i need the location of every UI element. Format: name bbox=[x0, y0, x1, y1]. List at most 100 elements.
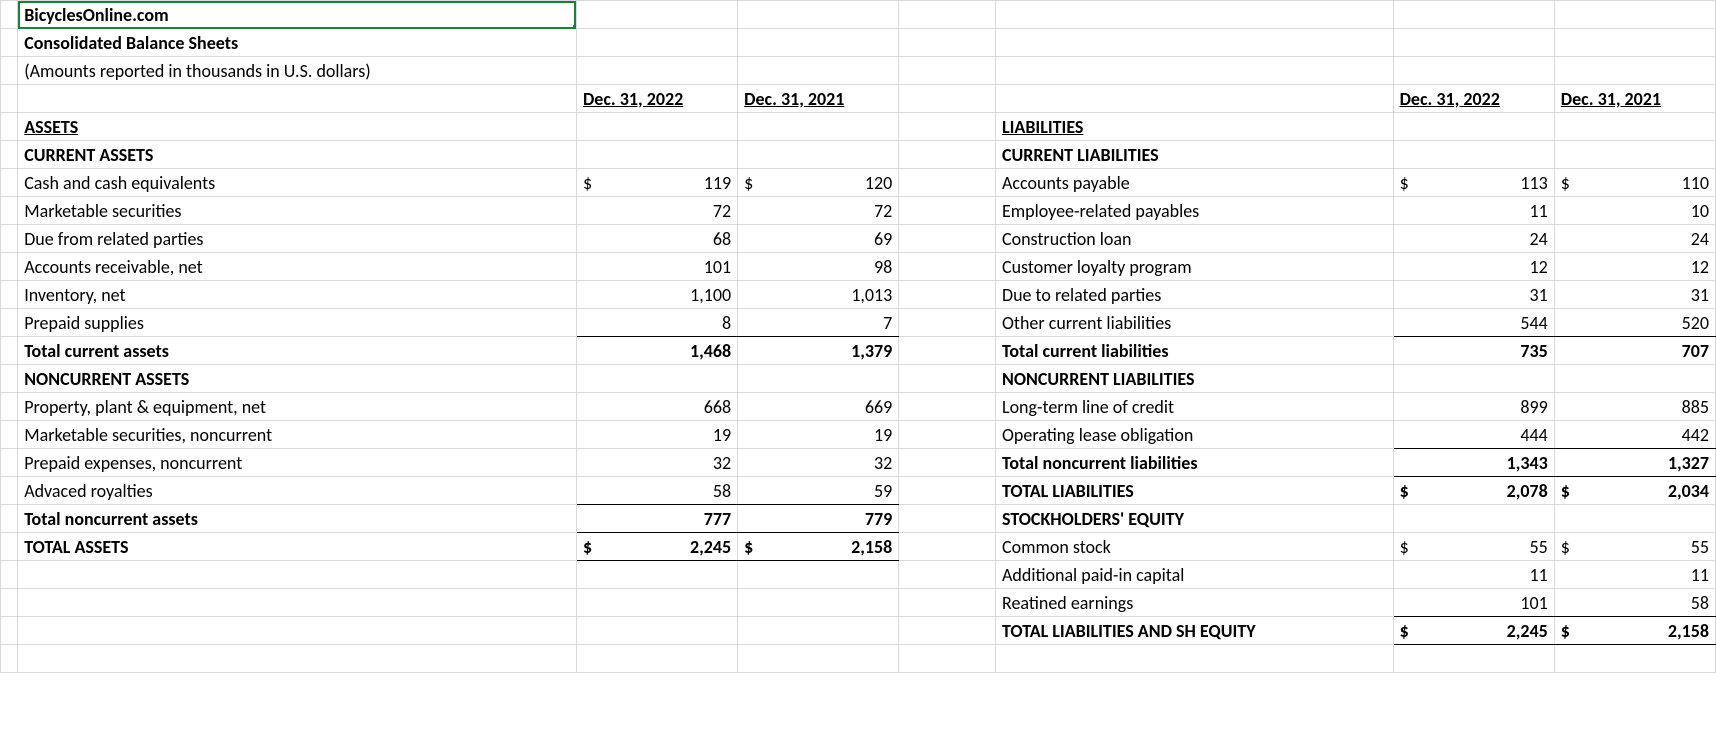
total-assets-value[interactable]: $2,158 bbox=[738, 533, 899, 561]
asset-row-value[interactable]: 8 bbox=[576, 309, 737, 337]
current-assets-header[interactable]: CURRENT ASSETS bbox=[18, 141, 577, 169]
liab-row-label[interactable]: Operating lease obligation bbox=[996, 421, 1394, 449]
asset-row-value[interactable]: 72 bbox=[738, 197, 899, 225]
equity-row-label[interactable]: Common stock bbox=[996, 533, 1394, 561]
liab-row-value[interactable]: 31 bbox=[1554, 281, 1715, 309]
date-header-assets-2022[interactable]: Dec. 31, 2022 bbox=[576, 85, 737, 113]
noncurrent-liabilities-header[interactable]: NONCURRENT LIABILITIES bbox=[996, 365, 1394, 393]
sheet-title[interactable]: Consolidated Balance Sheets bbox=[18, 29, 577, 57]
asset-row-value[interactable]: 32 bbox=[576, 449, 737, 477]
liab-row-value[interactable]: 444 bbox=[1393, 421, 1554, 449]
asset-row-label[interactable]: Accounts receivable, net bbox=[18, 253, 577, 281]
asset-row-value[interactable]: 32 bbox=[738, 449, 899, 477]
total-liabilities-value[interactable]: $2,034 bbox=[1554, 477, 1715, 505]
liab-row-label[interactable]: Other current liabilities bbox=[996, 309, 1394, 337]
company-name-cell[interactable]: BicyclesOnline.com bbox=[18, 1, 577, 29]
date-header-liab-2022[interactable]: Dec. 31, 2022 bbox=[1393, 85, 1554, 113]
liab-row-value[interactable]: 899 bbox=[1393, 393, 1554, 421]
equity-row-label[interactable]: Additional paid-in capital bbox=[996, 561, 1394, 589]
asset-row-label[interactable]: Prepaid expenses, noncurrent bbox=[18, 449, 577, 477]
total-noncurrent-assets-value[interactable]: 779 bbox=[738, 505, 899, 533]
asset-row-value[interactable]: 668 bbox=[576, 393, 737, 421]
asset-row-value[interactable]: $120 bbox=[738, 169, 899, 197]
liab-row-label[interactable]: Customer loyalty program bbox=[996, 253, 1394, 281]
equity-row-label[interactable]: Reatined earnings bbox=[996, 589, 1394, 617]
asset-row-value[interactable]: 68 bbox=[576, 225, 737, 253]
equity-row-value[interactable]: 11 bbox=[1554, 561, 1715, 589]
equity-row-value[interactable]: 11 bbox=[1393, 561, 1554, 589]
liab-row-value[interactable]: 31 bbox=[1393, 281, 1554, 309]
asset-row-value[interactable]: 58 bbox=[576, 477, 737, 505]
total-noncurrent-liabilities-value[interactable]: 1,327 bbox=[1554, 449, 1715, 477]
asset-row-value[interactable]: 98 bbox=[738, 253, 899, 281]
asset-row-label[interactable]: Due from related parties bbox=[18, 225, 577, 253]
liab-row-value[interactable]: $113 bbox=[1393, 169, 1554, 197]
grand-total-label[interactable]: TOTAL LIABILITIES AND SH EQUITY bbox=[996, 617, 1394, 645]
asset-row-label[interactable]: Marketable securities, noncurrent bbox=[18, 421, 577, 449]
total-noncurrent-assets-label[interactable]: Total noncurrent assets bbox=[18, 505, 577, 533]
equity-header[interactable]: STOCKHOLDERS' EQUITY bbox=[996, 505, 1394, 533]
total-liabilities-value[interactable]: $2,078 bbox=[1393, 477, 1554, 505]
liab-row-value[interactable]: 11 bbox=[1393, 197, 1554, 225]
asset-row-value[interactable]: 19 bbox=[576, 421, 737, 449]
selection-handle-icon[interactable] bbox=[573, 25, 577, 29]
asset-row-label[interactable]: Cash and cash equivalents bbox=[18, 169, 577, 197]
liab-row-value[interactable]: $110 bbox=[1554, 169, 1715, 197]
liab-row-value[interactable]: 885 bbox=[1554, 393, 1715, 421]
asset-row-value[interactable]: 59 bbox=[738, 477, 899, 505]
asset-row-label[interactable]: Property, plant & equipment, net bbox=[18, 393, 577, 421]
equity-row-value[interactable]: 58 bbox=[1554, 589, 1715, 617]
asset-row-value[interactable]: 72 bbox=[576, 197, 737, 225]
liab-row-label[interactable]: Employee-related payables bbox=[996, 197, 1394, 225]
total-noncurrent-liabilities-label[interactable]: Total noncurrent liabilities bbox=[996, 449, 1394, 477]
total-noncurrent-assets-value[interactable]: 777 bbox=[576, 505, 737, 533]
total-current-assets-label[interactable]: Total current assets bbox=[18, 337, 577, 365]
grand-total-value[interactable]: $2,158 bbox=[1554, 617, 1715, 645]
liab-row-value[interactable]: 520 bbox=[1554, 309, 1715, 337]
total-liabilities-label[interactable]: TOTAL LIABILITIES bbox=[996, 477, 1394, 505]
grand-total-value[interactable]: $2,245 bbox=[1393, 617, 1554, 645]
asset-row-label[interactable]: Prepaid supplies bbox=[18, 309, 577, 337]
total-assets-value[interactable]: $2,245 bbox=[576, 533, 737, 561]
total-current-assets-value[interactable]: 1,468 bbox=[576, 337, 737, 365]
asset-row-value[interactable]: $119 bbox=[576, 169, 737, 197]
current-liabilities-header[interactable]: CURRENT LIABILITIES bbox=[996, 141, 1394, 169]
date-header-liab-2021[interactable]: Dec. 31, 2021 bbox=[1554, 85, 1715, 113]
liab-row-value[interactable]: 12 bbox=[1393, 253, 1554, 281]
units-note[interactable]: (Amounts reported in thousands in U.S. d… bbox=[18, 57, 577, 85]
asset-row-label[interactable]: Inventory, net bbox=[18, 281, 577, 309]
liab-row-value[interactable]: 12 bbox=[1554, 253, 1715, 281]
asset-row-value[interactable]: 69 bbox=[738, 225, 899, 253]
liab-row-value[interactable]: 24 bbox=[1554, 225, 1715, 253]
total-current-liabilities-label[interactable]: Total current liabilities bbox=[996, 337, 1394, 365]
asset-row-value[interactable]: 1,013 bbox=[738, 281, 899, 309]
asset-row-value[interactable]: 7 bbox=[738, 309, 899, 337]
asset-row-label[interactable]: Advaced royalties bbox=[18, 477, 577, 505]
liab-row-value[interactable]: 544 bbox=[1393, 309, 1554, 337]
liab-row-label[interactable]: Construction loan bbox=[996, 225, 1394, 253]
total-noncurrent-liabilities-value[interactable]: 1,343 bbox=[1393, 449, 1554, 477]
total-current-assets-value[interactable]: 1,379 bbox=[738, 337, 899, 365]
assets-section-header[interactable]: ASSETS bbox=[18, 113, 577, 141]
equity-row-value[interactable]: 101 bbox=[1393, 589, 1554, 617]
liab-row-value[interactable]: 10 bbox=[1554, 197, 1715, 225]
total-current-liabilities-value[interactable]: 735 bbox=[1393, 337, 1554, 365]
total-current-liabilities-value[interactable]: 707 bbox=[1554, 337, 1715, 365]
liab-row-value[interactable]: 24 bbox=[1393, 225, 1554, 253]
asset-row-value[interactable]: 101 bbox=[576, 253, 737, 281]
equity-row-value[interactable]: $55 bbox=[1554, 533, 1715, 561]
noncurrent-assets-header[interactable]: NONCURRENT ASSETS bbox=[18, 365, 577, 393]
liab-row-value[interactable]: 442 bbox=[1554, 421, 1715, 449]
liab-row-label[interactable]: Due to related parties bbox=[996, 281, 1394, 309]
total-assets-label[interactable]: TOTAL ASSETS bbox=[18, 533, 577, 561]
liab-row-label[interactable]: Accounts payable bbox=[996, 169, 1394, 197]
asset-row-label[interactable]: Marketable securities bbox=[18, 197, 577, 225]
liab-row-label[interactable]: Long-term line of credit bbox=[996, 393, 1394, 421]
date-header-assets-2021[interactable]: Dec. 31, 2021 bbox=[738, 85, 899, 113]
liabilities-section-header[interactable]: LIABILITIES bbox=[996, 113, 1394, 141]
asset-row-value[interactable]: 19 bbox=[738, 421, 899, 449]
asset-row-value[interactable]: 1,100 bbox=[576, 281, 737, 309]
spreadsheet-grid[interactable]: BicyclesOnline.com Consolidated Balance … bbox=[0, 0, 1716, 673]
equity-row-value[interactable]: $55 bbox=[1393, 533, 1554, 561]
asset-row-value[interactable]: 669 bbox=[738, 393, 899, 421]
